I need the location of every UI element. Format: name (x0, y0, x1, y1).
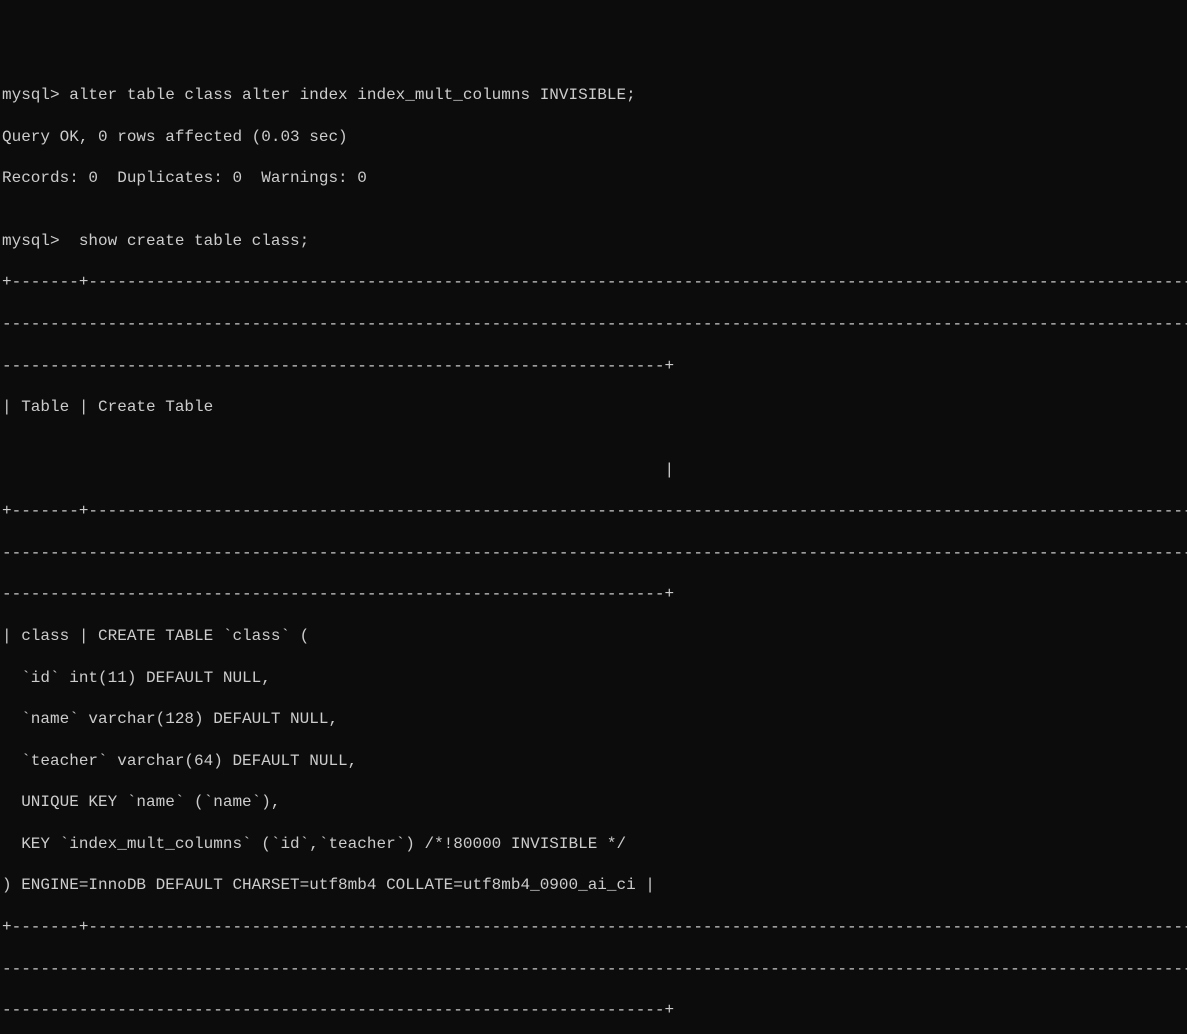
table-border: ----------------------------------------… (0, 959, 1187, 980)
column-id: `id` int(11) DEFAULT NULL, (0, 668, 1187, 689)
table-header: | Table | Create Table (0, 397, 1187, 418)
engine-line: ) ENGINE=InnoDB DEFAULT CHARSET=utf8mb4 … (0, 875, 1187, 896)
table-header-end: | (0, 460, 1187, 481)
create-table-start: | class | CREATE TABLE `class` ( (0, 626, 1187, 647)
column-teacher: `teacher` varchar(64) DEFAULT NULL, (0, 751, 1187, 772)
table-border: +-------+-------------------------------… (0, 272, 1187, 293)
unique-key: UNIQUE KEY `name` (`name`), (0, 792, 1187, 813)
key-index: KEY `index_mult_columns` (`id`,`teacher`… (0, 834, 1187, 855)
records-msg: Records: 0 Duplicates: 0 Warnings: 0 (0, 168, 1187, 189)
table-border: ----------------------------------------… (0, 356, 1187, 377)
table-border: ----------------------------------------… (0, 584, 1187, 605)
table-border: ----------------------------------------… (0, 314, 1187, 335)
table-border: ----------------------------------------… (0, 543, 1187, 564)
table-border: +-------+-------------------------------… (0, 917, 1187, 938)
table-border: +-------+-------------------------------… (0, 501, 1187, 522)
query-ok-msg: Query OK, 0 rows affected (0.03 sec) (0, 127, 1187, 148)
sql-command-alter: mysql> alter table class alter index ind… (0, 85, 1187, 106)
sql-command-show: mysql> show create table class; (0, 231, 1187, 252)
column-name: `name` varchar(128) DEFAULT NULL, (0, 709, 1187, 730)
table-border: ----------------------------------------… (0, 1000, 1187, 1021)
